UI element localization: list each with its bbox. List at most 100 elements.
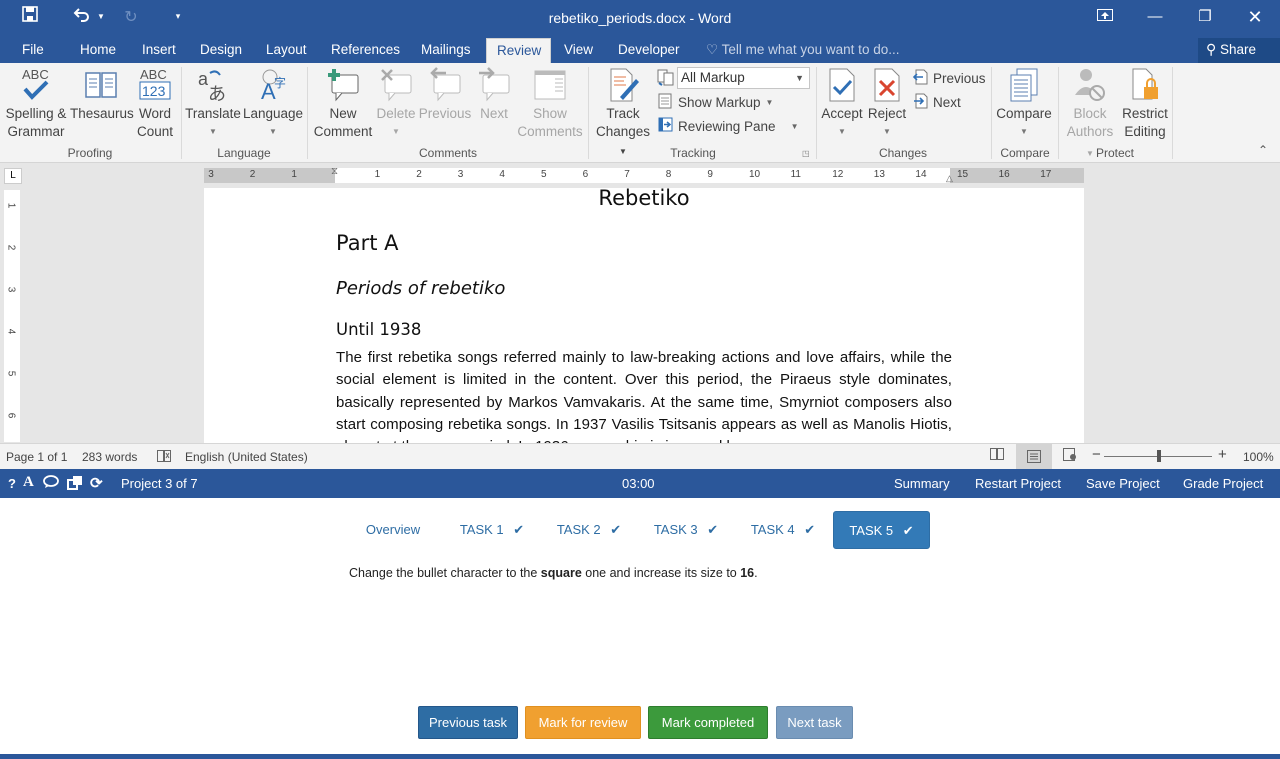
show-markup-button[interactable]: Show Markup ▼: [658, 93, 773, 112]
chevron-down-icon: ▼: [790, 121, 799, 131]
dialog-launcher-icon[interactable]: ◳: [802, 149, 810, 158]
tell-me-text: Tell me what you want to do...: [721, 42, 900, 57]
tab-layout[interactable]: Layout: [256, 38, 317, 63]
reviewing-pane-button[interactable]: Reviewing Pane ▼: [658, 117, 798, 135]
reject-button[interactable]: Reject ▼: [866, 67, 908, 141]
ruler-label: 14: [915, 169, 927, 180]
restart-project-link[interactable]: Restart Project: [975, 476, 1061, 491]
new-comment-button[interactable]: New Comment: [311, 67, 375, 141]
task-panel: Overview TASK 1 ✔ TASK 2 ✔ TASK 3 ✔ TASK…: [4, 498, 1276, 754]
right-indent-marker-icon[interactable]: △: [946, 173, 953, 184]
font-icon[interactable]: A: [23, 474, 34, 491]
tab-developer[interactable]: Developer: [608, 38, 690, 63]
tab-task-2[interactable]: TASK 2 ✔: [549, 511, 629, 549]
zoom-level[interactable]: 100%: [1243, 450, 1274, 464]
doc-title: Rebetiko: [598, 188, 690, 210]
ruler-label: 2: [5, 244, 17, 251]
ribbon-display-options-icon[interactable]: [1080, 0, 1130, 34]
tell-me-search[interactable]: ♡ Tell me what you want to do...: [706, 38, 899, 63]
previous-comment-icon: [428, 67, 462, 103]
previous-change-button[interactable]: Previous: [912, 69, 986, 88]
tab-task-1[interactable]: TASK 1 ✔: [452, 511, 532, 549]
language-button[interactable]: A字 Language ▼: [243, 67, 303, 141]
tab-home[interactable]: Home: [70, 38, 126, 63]
tab-view[interactable]: View: [554, 38, 603, 63]
delete-comment-button[interactable]: Delete ▼: [376, 67, 416, 141]
web-layout-icon[interactable]: [1063, 448, 1077, 464]
mark-completed-button[interactable]: Mark completed: [648, 706, 768, 739]
vertical-ruler[interactable]: 1 2 3 4 5 6: [4, 190, 20, 442]
minimize-icon[interactable]: —: [1130, 0, 1180, 34]
display-for-review-icon-wrap: [657, 69, 674, 89]
grade-project-link[interactable]: Grade Project: [1183, 476, 1263, 491]
print-layout-icon[interactable]: [1016, 444, 1052, 469]
spelling-grammar-button[interactable]: ABC Spelling & Grammar: [4, 67, 68, 141]
save-project-link[interactable]: Save Project: [1086, 476, 1160, 491]
page-count[interactable]: Page 1 of 1: [6, 450, 67, 464]
thesaurus-button[interactable]: Thesaurus: [70, 67, 134, 123]
indent-marker-icon[interactable]: ⧖: [331, 166, 338, 177]
doc-paragraph: The first rebetika songs referred mainly…: [336, 349, 952, 443]
restore-icon[interactable]: ❐: [1180, 0, 1230, 34]
ruler-label: 6: [582, 169, 589, 180]
project-counter: Project 3 of 7: [121, 476, 198, 491]
svg-text:ABC: ABC: [140, 67, 167, 82]
next-task-button[interactable]: Next task: [776, 706, 853, 739]
tab-file[interactable]: File: [12, 38, 54, 63]
next-change-button[interactable]: Next: [913, 93, 961, 112]
accept-button[interactable]: Accept ▼: [819, 67, 865, 141]
zoom-slider-thumb[interactable]: [1157, 450, 1161, 462]
previous-comment-button[interactable]: Previous: [418, 67, 472, 123]
tab-overview[interactable]: Overview: [354, 511, 432, 549]
tab-insert[interactable]: Insert: [132, 38, 186, 63]
proofing-errors-icon[interactable]: [157, 450, 171, 465]
summary-link[interactable]: Summary: [894, 476, 950, 491]
tab-mailings[interactable]: Mailings: [411, 38, 481, 63]
restrict-editing-button[interactable]: Restrict Editing: [1120, 67, 1170, 141]
reject-icon: [870, 67, 904, 103]
right-margin-shade: [950, 168, 1084, 183]
ruler-label: 2: [416, 169, 422, 180]
tab-selector[interactable]: L: [4, 168, 22, 184]
spelling-check-icon: ABC: [19, 67, 53, 103]
collapse-ribbon-icon[interactable]: ⌃: [1258, 143, 1268, 157]
read-mode-icon[interactable]: [990, 448, 1004, 463]
tab-task-5[interactable]: TASK 5 ✔: [833, 511, 930, 549]
group-separator: [588, 67, 589, 159]
accept-icon: [825, 67, 859, 103]
word-count-icon: ABC 123: [138, 67, 172, 103]
word-count-button[interactable]: ABC 123 Word Count: [134, 67, 176, 141]
tab-task-3[interactable]: TASK 3 ✔: [646, 511, 726, 549]
translate-button[interactable]: aあ Translate ▼: [185, 67, 241, 141]
ruler-label: 11: [790, 169, 801, 180]
show-comments-button[interactable]: Show Comments: [516, 67, 584, 141]
share-button[interactable]: ⚲ Share: [1198, 38, 1280, 63]
ribbon-review: ABC Spelling & Grammar Thesaurus ABC 123 …: [0, 63, 1280, 163]
document-page[interactable]: Rebetiko Part A Periods of rebetiko Unti…: [204, 188, 1084, 443]
tab-references[interactable]: References: [321, 38, 410, 63]
timer: 03:00: [622, 476, 655, 491]
window-icon[interactable]: [67, 475, 83, 493]
compare-button[interactable]: Compare ▼: [994, 67, 1054, 141]
tab-design[interactable]: Design: [190, 38, 252, 63]
previous-task-button[interactable]: Previous task: [418, 706, 518, 739]
translate-icon: aあ: [196, 67, 230, 105]
mark-for-review-button[interactable]: Mark for review: [525, 706, 641, 739]
doc-heading-1: Part A: [336, 231, 399, 255]
word-count[interactable]: 283 words: [82, 450, 137, 464]
markup-select[interactable]: All Markup ▼: [677, 67, 810, 89]
tab-review[interactable]: Review: [486, 38, 551, 63]
close-icon[interactable]: ✕: [1230, 0, 1280, 34]
zoom-in-button[interactable]: +: [1218, 446, 1227, 463]
chevron-down-icon: ▼: [883, 127, 891, 136]
language-status[interactable]: English (United States): [185, 450, 308, 464]
comment-icon[interactable]: [43, 475, 59, 492]
previous-change-icon: [912, 69, 928, 88]
horizontal-ruler[interactable]: 3 2 1 1 2 3 4 5 6 7 8 9 10 11 12 13 14 15 16 17 ⧖ △: [204, 166, 1084, 184]
tab-task-4[interactable]: TASK 4 ✔: [743, 511, 823, 549]
help-icon[interactable]: ?: [8, 476, 16, 491]
ruler-label: 13: [873, 169, 885, 180]
next-comment-button[interactable]: Next: [474, 67, 514, 123]
refresh-icon[interactable]: ⟳: [90, 474, 103, 492]
zoom-out-button[interactable]: −: [1092, 446, 1101, 463]
